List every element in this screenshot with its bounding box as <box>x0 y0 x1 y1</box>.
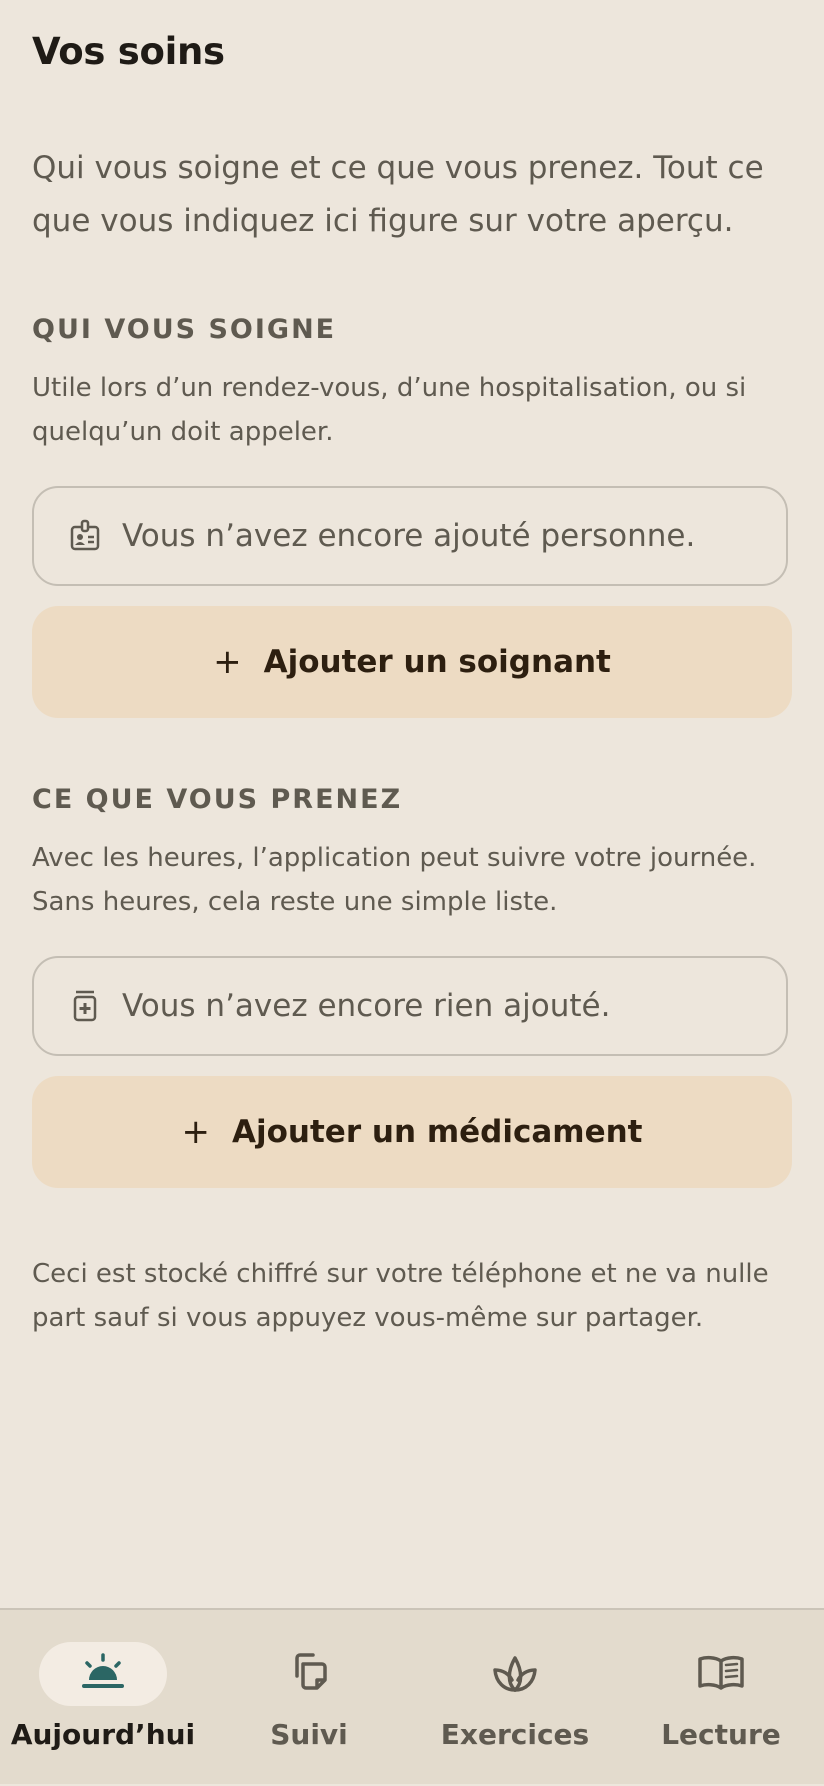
caregivers-empty-text: Vous n’avez encore ajouté personne. <box>122 518 696 554</box>
id-badge-icon <box>68 519 102 553</box>
add-medication-label: Ajouter un médicament <box>232 1114 643 1150</box>
caregivers-empty-state: Vous n’avez encore ajouté personne. <box>32 486 788 586</box>
page-intro: Qui vous soigne et ce que vous prenez. T… <box>32 150 764 239</box>
plus-icon: + <box>181 1112 211 1152</box>
medications-empty-state: Vous n’avez encore rien ajouté. <box>32 956 788 1056</box>
caregivers-description: Utile lors d’un rendez-vous, d’une hospi… <box>32 373 747 447</box>
pages-icon <box>287 1650 331 1698</box>
nav-tab-suivi[interactable]: Suivi <box>206 1610 412 1786</box>
nav-tab-lecture[interactable]: Lecture <box>618 1610 824 1786</box>
nav-tab-exercices[interactable]: Exercices <box>412 1610 618 1786</box>
nav-tab-aujourdhui[interactable]: Aujourd’hui <box>0 1610 206 1786</box>
add-caregiver-label: Ajouter un soignant <box>263 644 611 680</box>
medications-description: Avec les heures, l’application peut suiv… <box>32 843 757 917</box>
pill-bottle-icon <box>68 989 102 1023</box>
nav-active-indicator <box>39 1642 167 1706</box>
add-caregiver-button[interactable]: + Ajouter un soignant <box>32 606 792 718</box>
plus-icon: + <box>213 642 242 682</box>
nav-label-suivi: Suivi <box>270 1718 348 1751</box>
medications-empty-text: Vous n’avez encore rien ajouté. <box>122 988 611 1024</box>
nav-label-exercices: Exercices <box>440 1718 590 1751</box>
bottom-navigation: Aujourd’hui Suivi Exercices Lecture <box>0 1608 824 1784</box>
add-medication-button[interactable]: + Ajouter un médicament <box>32 1076 792 1188</box>
nav-label-lecture: Lecture <box>661 1718 781 1751</box>
privacy-note: Ceci est stocké chiffré sur votre téléph… <box>32 1259 769 1333</box>
open-book-icon <box>696 1652 746 1696</box>
sunrise-icon <box>80 1652 126 1696</box>
medications-heading: CE QUE VOUS PRENEZ <box>32 784 403 815</box>
caregivers-heading: QUI VOUS SOIGNE <box>32 314 337 345</box>
page-title: Vos soins <box>32 30 225 73</box>
lotus-icon <box>491 1650 539 1698</box>
nav-label-aujourdhui: Aujourd’hui <box>10 1718 196 1751</box>
